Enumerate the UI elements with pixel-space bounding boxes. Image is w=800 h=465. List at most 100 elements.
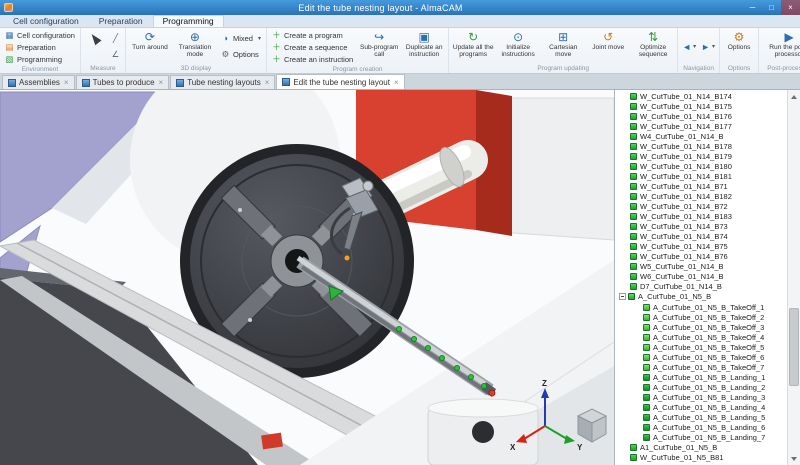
tree-item[interactable]: W_CutTube_01_N14_B177 — [615, 121, 787, 131]
axis-y-label: Y — [577, 443, 583, 452]
tree-item[interactable]: A_CutTube_01_N5_B_Landing_4 — [615, 402, 787, 412]
document-tab[interactable]: Tubes to produce × — [76, 75, 170, 89]
tree-item-label: W_CutTube_01_N14_B183 — [640, 212, 732, 221]
tree-item[interactable]: W_CutTube_01_N14_B175 — [615, 101, 787, 111]
programming-button[interactable]: ▧ Programming — [2, 53, 78, 65]
operation-icon — [630, 143, 637, 150]
tree-item[interactable]: A_CutTube_01_N5_B_TakeOff_6 — [615, 352, 787, 362]
expander-icon[interactable] — [619, 293, 626, 300]
ribbon-tab[interactable]: Cell configuration — [3, 15, 89, 27]
update-all-programs-label: Update all the programs — [452, 44, 494, 59]
operation-icon — [630, 454, 637, 461]
update-all-programs-button[interactable]: ↻ Update all the programs — [451, 29, 495, 64]
tree-item[interactable]: W_CutTube_01_N14_B174 — [615, 91, 787, 101]
tree-item[interactable]: W_CutTube_01_N14_B182 — [615, 191, 787, 201]
tree-item[interactable]: W6_CutTube_01_N14_B — [615, 272, 787, 282]
maximize-button[interactable]: □ — [762, 0, 781, 15]
duplicate-instruction-button[interactable]: ▣ Duplicate an instruction — [402, 29, 446, 65]
display-options-button[interactable]: ⚙ Options — [218, 48, 264, 60]
navigate-next-button[interactable]: ► — [699, 42, 717, 52]
tree-item[interactable]: A_CutTube_01_N5_B_TakeOff_5 — [615, 342, 787, 352]
close-tab-icon[interactable]: × — [265, 78, 270, 87]
optimize-sequence-button[interactable]: ⇅ Optimize sequence — [631, 29, 675, 64]
sub-program-call-button[interactable]: ↪ Sub-program call — [357, 29, 401, 65]
document-tab[interactable]: Tube nesting layouts × — [170, 75, 275, 89]
measure-angle-button[interactable]: ∠ — [108, 48, 123, 60]
tree-item[interactable]: A_CutTube_01_N5_B_Landing_6 — [615, 423, 787, 433]
operation-icon — [630, 273, 637, 280]
measure-distance-button[interactable]: ╱ — [108, 33, 123, 45]
ribbon-group-program-creation: ＋ Create a program ＋ Create a sequence ＋… — [267, 28, 449, 73]
tree-item[interactable]: W_CutTube_01_N14_B73 — [615, 222, 787, 232]
translation-mode-button[interactable]: ⊕ Translation mode — [173, 29, 217, 64]
tree-item[interactable]: A_CutTube_01_N5_B_TakeOff_3 — [615, 322, 787, 332]
run-post-processor-button[interactable]: ▶ Run the post-processor — [761, 29, 800, 64]
tree-item[interactable]: A_CutTube_01_N5_B_TakeOff_1 — [615, 302, 787, 312]
preparation-button[interactable]: ▤ Preparation — [2, 41, 78, 53]
close-tab-icon[interactable]: × — [159, 78, 164, 87]
tree-item[interactable]: W_CutTube_01_N14_B183 — [615, 212, 787, 222]
tree-item[interactable]: A_CutTube_01_N5_B — [615, 292, 787, 302]
document-tab[interactable]: Edit the tube nesting layout × — [276, 74, 404, 89]
program-tree-panel: W_CutTube_01_N14_B174 W_CutTube_01_N14_B… — [614, 90, 800, 465]
tree-item[interactable]: W_CutTube_01_N14_B178 — [615, 141, 787, 151]
minimize-button[interactable]: ─ — [743, 0, 762, 15]
create-program-button[interactable]: ＋ Create a program — [269, 29, 356, 41]
cartesian-move-button[interactable]: ⊞ Cartesian move — [541, 29, 585, 64]
close-button[interactable]: × — [781, 0, 800, 15]
tree-item-label: W_CutTube_01_N14_B177 — [640, 122, 732, 131]
tree-item[interactable]: W_CutTube_01_N14_B180 — [615, 161, 787, 171]
operation-icon — [643, 324, 650, 331]
select-tool-button[interactable] — [83, 29, 107, 64]
cell-configuration-button[interactable]: ▦ Cell configuration — [2, 29, 78, 41]
tree-item[interactable]: A_CutTube_01_N5_B_Landing_1 — [615, 372, 787, 382]
operation-icon — [643, 344, 650, 351]
options-button[interactable]: ⚙ Options — [722, 29, 756, 64]
tree-item[interactable]: W_CutTube_01_N14_B75 — [615, 242, 787, 252]
tree-item[interactable]: W_CutTube_01_N5_B81 — [615, 453, 787, 463]
tree-item[interactable]: W_CutTube_01_N14_B72 — [615, 202, 787, 212]
tree-item[interactable]: A_CutTube_01_N5_B_TakeOff_7 — [615, 362, 787, 372]
close-tab-icon[interactable]: × — [394, 78, 399, 87]
tree-item-label: W_CutTube_01_N14_B182 — [640, 192, 732, 201]
tree-scrollbar[interactable] — [787, 90, 800, 465]
tree-item[interactable]: W_CutTube_01_N14_B76 — [615, 252, 787, 262]
tree-item[interactable]: W_CutTube_01_N14_B176 — [615, 111, 787, 121]
tree-item-label: A_CutTube_01_N5_B_Landing_2 — [653, 383, 765, 392]
tree-item[interactable]: D7_CutTube_01_N14_B — [615, 282, 787, 292]
tree-item[interactable]: A_CutTube_01_N5_B_Landing_2 — [615, 382, 787, 392]
tree-item[interactable]: A_CutTube_01_N5_B_TakeOff_4 — [615, 332, 787, 342]
tree-item[interactable]: A_CutTube_01_N5_B_Landing_7 — [615, 433, 787, 443]
create-sequence-button[interactable]: ＋ Create a sequence — [269, 41, 356, 53]
run-post-processor-label: Run the post-processor — [762, 44, 800, 59]
tree-item[interactable]: A_CutTube_01_N5_B_Landing_3 — [615, 392, 787, 402]
tree-item-label: W_CutTube_01_N14_B179 — [640, 152, 732, 161]
scroll-up-button[interactable] — [788, 90, 800, 103]
display-options-label: Options — [233, 50, 259, 59]
joint-move-button[interactable]: ↺ Joint move — [586, 29, 630, 64]
tree-item[interactable]: A_CutTube_01_N5_B_Landing_5 — [615, 413, 787, 423]
ribbon-tab[interactable]: Programming — [153, 15, 224, 27]
tree-item[interactable]: W_CutTube_01_N14_B71 — [615, 181, 787, 191]
machine-3d-view[interactable]: Z X Y — [0, 90, 614, 465]
tree-item-label: W_CutTube_01_N14_B181 — [640, 172, 732, 181]
tree-item[interactable]: W_CutTube_01_N14_B181 — [615, 171, 787, 181]
scrollbar-thumb[interactable] — [789, 308, 799, 387]
ribbon-tab[interactable]: Preparation — [89, 15, 153, 27]
tree-item[interactable]: W_CutTube_01_N14_B74 — [615, 232, 787, 242]
tree-item[interactable]: W5_CutTube_01_N14_B — [615, 262, 787, 272]
cell-configuration-label: Cell configuration — [17, 31, 75, 40]
tree-item[interactable]: A_CutTube_01_N5_B_TakeOff_2 — [615, 312, 787, 322]
tree-item[interactable]: W_CutTube_01_N14_B179 — [615, 151, 787, 161]
operation-icon — [630, 203, 637, 210]
turn-around-button[interactable]: ⟳ Turn around — [128, 29, 172, 64]
close-tab-icon[interactable]: × — [64, 78, 69, 87]
tree-item[interactable]: W4_CutTube_01_N14_B — [615, 131, 787, 141]
scroll-down-button[interactable] — [788, 452, 800, 465]
mixed-dropdown[interactable]: ◑ Mixed — [218, 33, 264, 45]
navigate-previous-button[interactable]: ◄ — [680, 42, 698, 52]
create-instruction-button[interactable]: ＋ Create an instruction — [269, 53, 356, 65]
document-tab[interactable]: Assemblies × — [2, 75, 75, 89]
initialize-instructions-button[interactable]: ⊙ Initialize instructions — [496, 29, 540, 64]
tree-item[interactable]: A1_CutTube_01_N5_B — [615, 443, 787, 453]
